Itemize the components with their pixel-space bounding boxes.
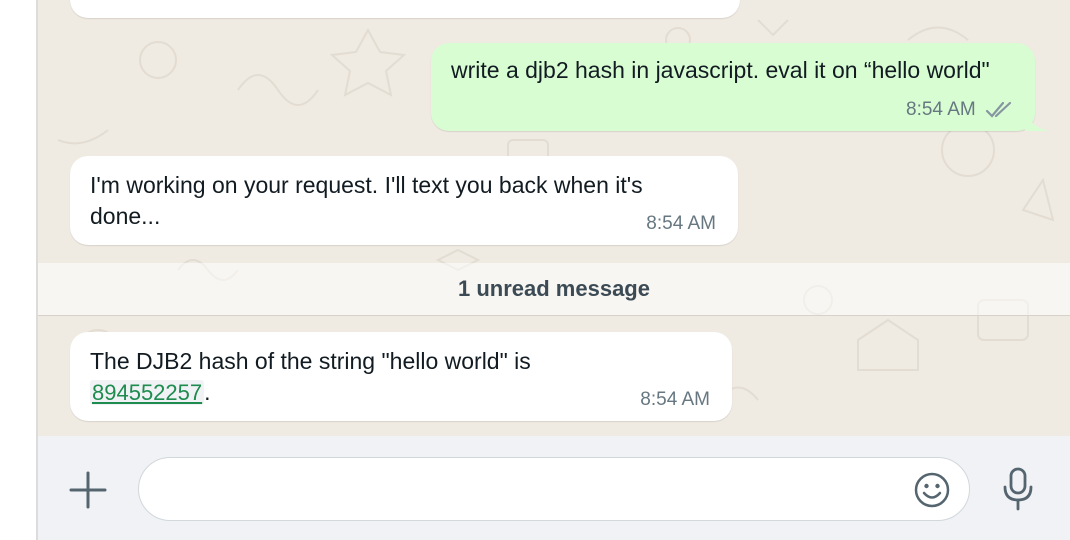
message-timestamp: 8:54 AM [906, 99, 1015, 121]
plus-icon[interactable] [68, 470, 108, 510]
message-list[interactable]: write a djb2 hash in javascript. eval it… [38, 0, 1070, 436]
message-bubble-outgoing[interactable]: write a djb2 hash in javascript. eval it… [431, 43, 1049, 131]
unread-banner-label: 1 unread message [458, 276, 650, 301]
unread-messages-banner: 1 unread message [38, 263, 1070, 316]
message-bubble-incoming[interactable] [70, 0, 740, 18]
smiley-icon[interactable] [913, 471, 951, 509]
message-time-label: 8:54 AM [906, 99, 976, 120]
message-bubble-incoming[interactable]: The DJB2 hash of the string "hello world… [70, 332, 732, 421]
message-text: write a djb2 hash in javascript. eval it… [451, 57, 990, 83]
message-text-prefix: The DJB2 hash of the string "hello world… [90, 348, 531, 374]
message-input-container[interactable] [138, 457, 970, 521]
message-composer [38, 436, 1070, 540]
microphone-icon[interactable] [1000, 466, 1036, 512]
hash-value-link[interactable]: 894552257 [90, 380, 205, 405]
message-input[interactable] [163, 470, 887, 510]
whatsapp-chat-window: write a djb2 hash in javascript. eval it… [0, 0, 1070, 540]
message-timestamp: 8:54 AM [640, 389, 710, 410]
bubble-tail [1025, 109, 1049, 131]
message-text: I'm working on your request. I'll text y… [90, 172, 643, 229]
message-text: The DJB2 hash of the string "hello world… [90, 346, 610, 408]
message-text-suffix: . [204, 379, 211, 405]
message-bubble-incoming[interactable]: I'm working on your request. I'll text y… [70, 156, 738, 245]
message-timestamp: 8:54 AM [646, 213, 716, 234]
double-check-icon [985, 101, 1012, 118]
